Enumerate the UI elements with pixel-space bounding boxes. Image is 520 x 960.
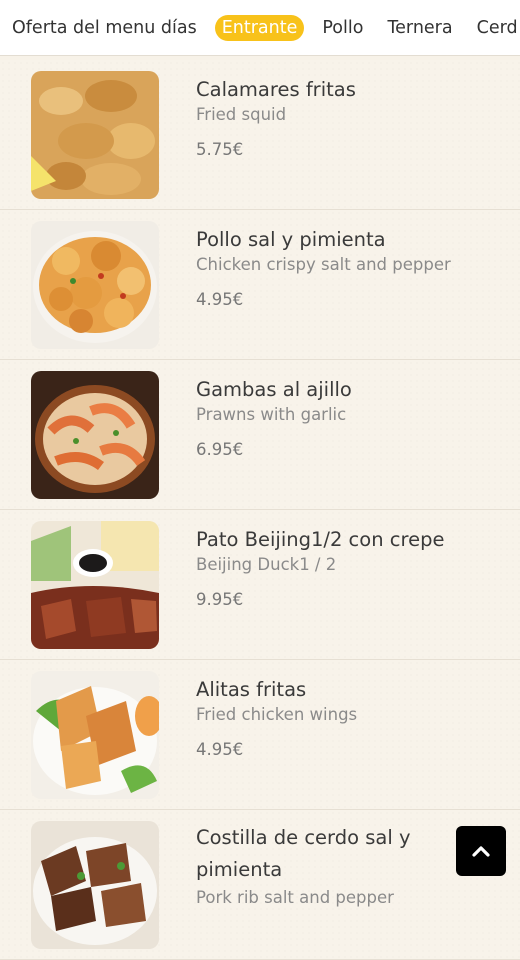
menu-item[interactable]: Alitas fritas Fried chicken wings 4.95€ <box>0 660 520 810</box>
tab-cerdo[interactable]: Cerd <box>477 15 518 41</box>
dish-description: Prawns with garlic <box>196 405 347 424</box>
dish-description: Pork rib salt and pepper <box>196 888 394 907</box>
category-tabs: Oferta del menu días Entrante Pollo Tern… <box>0 0 520 56</box>
dish-image <box>31 71 159 199</box>
tab-pollo[interactable]: Pollo <box>322 15 363 41</box>
tab-entrante[interactable]: Entrante <box>214 14 305 41</box>
dish-name: Costilla de cerdo sal y pimienta <box>196 826 411 881</box>
dish-description: Fried chicken wings <box>196 705 358 724</box>
menu-item[interactable]: Costilla de cerdo sal y pimienta Pork ri… <box>0 810 520 960</box>
dish-price: 4.95€ <box>196 740 244 759</box>
dish-image <box>31 371 159 499</box>
tab-ternera[interactable]: Ternera <box>387 15 452 41</box>
dish-name: Alitas fritas <box>196 678 307 701</box>
dish-description: Chicken crispy salt and pepper <box>196 255 451 274</box>
dish-name: Calamares fritas <box>196 78 356 101</box>
chevron-up-icon <box>472 842 490 861</box>
dish-name: Pato Beijing1/2 con crepe <box>196 528 445 551</box>
menu-item[interactable]: Gambas al ajillo Prawns with garlic 6.95… <box>0 360 520 510</box>
menu-list: Calamares fritas Fried squid 5.75€ Pollo <box>0 60 520 960</box>
dish-image <box>31 671 159 799</box>
menu-item[interactable]: Calamares fritas Fried squid 5.75€ <box>0 60 520 210</box>
dish-image <box>31 521 159 649</box>
dish-price: 9.95€ <box>196 590 244 609</box>
tab-oferta[interactable]: Oferta del menu días <box>12 15 197 41</box>
menu-item[interactable]: Pollo sal y pimienta Chicken crispy salt… <box>0 210 520 360</box>
dish-description: Beijing Duck1 / 2 <box>196 555 337 574</box>
dish-name: Pollo sal y pimienta <box>196 228 386 251</box>
dish-price: 5.75€ <box>196 140 244 159</box>
dish-name: Gambas al ajillo <box>196 378 352 401</box>
dish-image <box>31 221 159 349</box>
scroll-top-button[interactable] <box>456 826 506 876</box>
dish-price: 6.95€ <box>196 440 244 459</box>
dish-price: 4.95€ <box>196 290 244 309</box>
menu-item[interactable]: Pato Beijing1/2 con crepe Beijing Duck1 … <box>0 510 520 660</box>
dish-description: Fried squid <box>196 105 287 124</box>
dish-image <box>31 821 159 949</box>
